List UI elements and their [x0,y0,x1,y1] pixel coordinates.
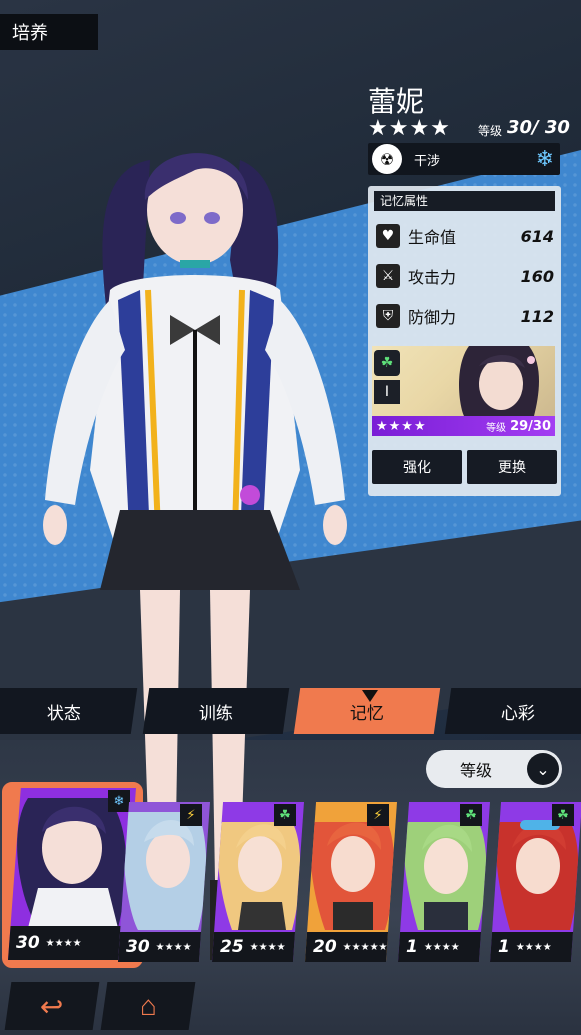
character-level: 25 [220,937,244,957]
memory-header: 记忆属性 [374,191,555,211]
character-card-footer: 20 ★★★★★ [305,932,397,962]
page-title: 培养 [0,14,98,50]
memory-card-level-label: 等级 [486,422,507,434]
sort-dropdown-label: 等级 [460,761,493,780]
character-stars: ★★★★★ [342,941,388,953]
character-card[interactable]: ⚡ 30 ★★★★ [118,802,210,962]
leaf-icon: ☘ [552,804,574,826]
character-stars: ★★★★ [423,941,460,953]
lightning-icon: ⚡ [367,804,389,826]
role-label: 干涉 [414,153,441,169]
snowflake-icon: ❄ [108,790,130,812]
character-card-footer: 30 ★★★★ [118,932,210,962]
stat-value: 614 [520,226,554,246]
character-card-footer: 25 ★★★★ [212,932,304,962]
back-button[interactable]: ↩ [4,982,100,1030]
replace-button[interactable]: 更换 [467,450,557,484]
character-stars: ★★★★ [155,941,192,953]
character-level-label: 等级 [478,124,503,138]
character-level: 1 [498,937,510,957]
enhance-button[interactable]: 强化 [372,450,462,484]
tab-training[interactable]: 训练 [142,688,290,734]
character-level: 30 [16,933,40,953]
stat-value: 112 [520,306,554,326]
snowflake-icon: ❄ [535,146,554,172]
memory-card[interactable]: ☘ I ★★★★ 等级 29/30 [372,346,555,436]
character-card-footer: 1 ★★★★ [398,932,490,962]
memory-card-level-value: 29/30 [510,418,551,434]
tab-status[interactable]: 状态 [0,688,138,734]
tab-label: 训练 [199,703,233,724]
interference-icon: ☢ [372,144,402,174]
stat-row-hp: ♥ 生命值 614 [376,220,554,252]
stat-row-attack: ⚔ 攻击力 160 [376,260,554,292]
tab-heart-color[interactable]: 心彩 [444,688,581,734]
character-stars: ★★★★ [368,116,451,141]
tab-label: 记忆 [350,703,384,724]
role-bar: ☢ 干涉 ❄ [368,143,560,175]
shield-icon: ⛨ [376,304,400,328]
stat-label: 生命值 [408,228,457,247]
character-stars: ★★★★ [249,941,286,953]
back-arrow-icon: ↩ [40,990,64,1022]
character-card-footer: 30 ★★★★ [8,926,136,960]
memory-card-art [459,346,539,416]
memory-panel: 记忆属性 ♥ 生命值 614 ⚔ 攻击力 160 ⛨ 防御力 112 ☘ I ★… [368,186,561,496]
character-name: 蕾妮 [368,85,425,118]
character-level: 30 [126,937,150,957]
tab-label: 心彩 [501,703,535,724]
character-stars: ★★★★ [45,937,82,949]
character-card[interactable]: ☘ 1 ★★★★ [490,802,581,962]
character-level: 20 [313,937,337,957]
active-tab-indicator-icon [362,690,378,702]
leaf-icon: ☘ [374,350,400,376]
memory-card-rank: I [374,380,400,404]
character-level: 1 [406,937,418,957]
character-level-value: 30/ 30 [507,117,570,138]
character-stars: ★★★★ [515,941,552,953]
leaf-icon: ☘ [460,804,482,826]
character-card-footer: 1 ★★★★ [490,932,581,962]
character-card-inner: 30 ★★★★ ❄ [8,788,136,960]
character-roster: 30 ★★★★ ❄ ⚡ 30 ★★★★ ☘ 25 ★★★★ ⚡ 20 ★★★★★… [0,780,581,970]
character-card[interactable]: ⚡ 20 ★★★★★ [305,802,397,962]
character-card[interactable]: ☘ 1 ★★★★ [398,802,490,962]
memory-card-stars: ★★★★ [376,418,427,434]
tab-label: 状态 [47,703,81,724]
home-icon: ⌂ [139,990,157,1021]
stat-value: 160 [520,266,554,286]
lightning-icon: ⚡ [180,804,202,826]
stat-label: 攻击力 [408,268,457,287]
memory-card-footer: ★★★★ 等级 29/30 [372,416,555,436]
character-card[interactable]: ☘ 25 ★★★★ [212,802,304,962]
home-button[interactable]: ⌂ [100,982,196,1030]
stat-row-defense: ⛨ 防御力 112 [376,300,554,332]
sword-icon: ⚔ [376,264,400,288]
heart-monitor-icon: ♥ [376,224,400,248]
leaf-icon: ☘ [274,804,296,826]
stat-label: 防御力 [408,308,457,327]
